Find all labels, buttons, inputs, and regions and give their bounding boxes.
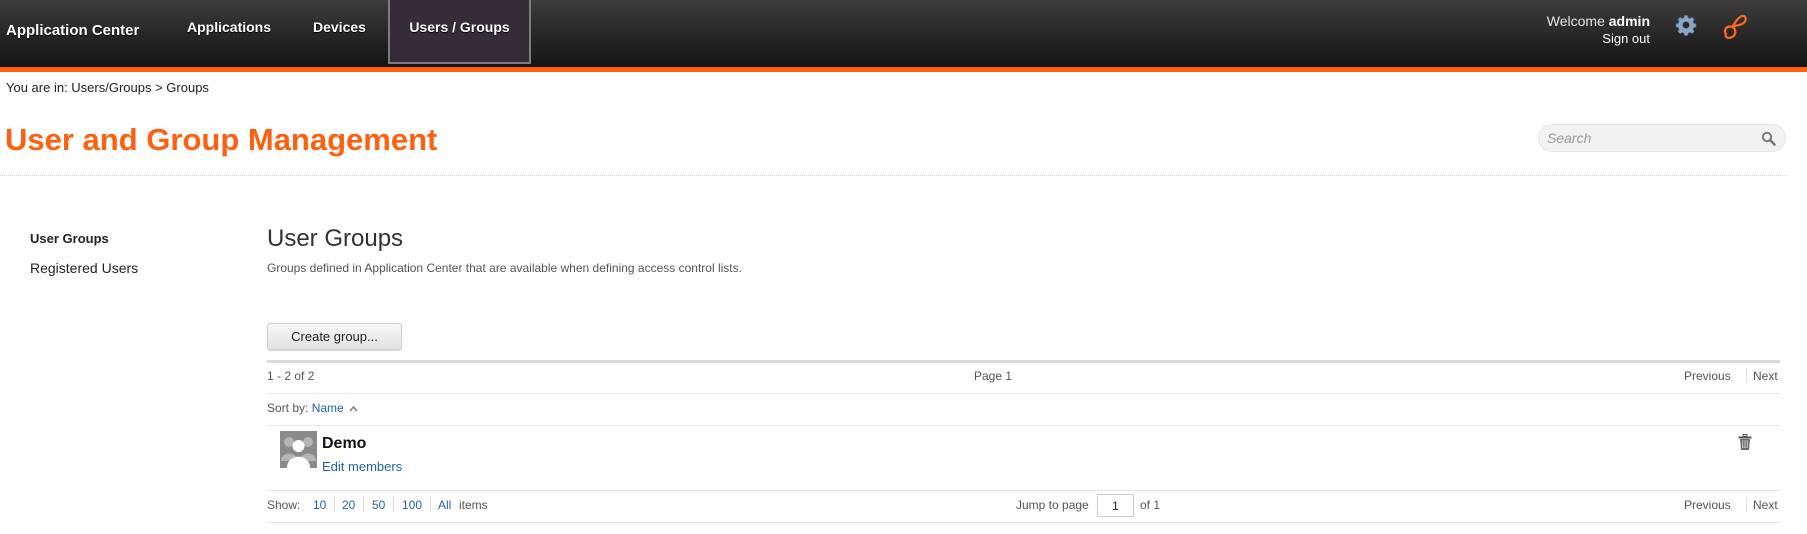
section-description: Groups defined in Application Center tha…: [267, 261, 742, 275]
separator: [334, 496, 335, 512]
title-divider: [0, 175, 1787, 176]
jump-to-page-label: Jump to page: [1016, 498, 1089, 512]
sort-by-name-link[interactable]: Name: [312, 401, 344, 415]
show-items-suffix: items: [459, 498, 488, 512]
show-all-option[interactable]: All: [438, 498, 451, 512]
welcome-label: Welcome: [1546, 13, 1605, 29]
pager-separator: [1746, 497, 1747, 512]
list-top-divider: [267, 360, 1780, 363]
breadcrumb: You are in: Users/Groups > Groups: [6, 80, 209, 95]
sort-ascending-icon[interactable]: [349, 405, 358, 412]
jump-to-page-input[interactable]: [1097, 494, 1134, 517]
show-10-option[interactable]: 10: [313, 498, 326, 512]
sidebar-item-registered-users[interactable]: Registered Users: [30, 260, 138, 276]
pager-separator: [1746, 368, 1747, 383]
show-20-option[interactable]: 20: [342, 498, 355, 512]
sign-out-link[interactable]: Sign out: [1547, 30, 1650, 48]
sort-label: Sort by:: [267, 401, 309, 415]
top-navigation-bar: Application Center Applications Devices …: [0, 0, 1807, 67]
result-range: 1 - 2 of 2: [267, 369, 315, 383]
previous-page-link-bottom[interactable]: Previous: [1684, 498, 1731, 512]
page-title: User and Group Management: [5, 122, 438, 157]
previous-page-link-top[interactable]: Previous: [1684, 369, 1731, 383]
show-label: Show:: [267, 498, 301, 512]
next-page-link-top[interactable]: Next: [1753, 369, 1778, 383]
separator: [393, 496, 394, 512]
app-brand[interactable]: Application Center: [6, 22, 139, 39]
divider: [267, 490, 1780, 491]
separator: [430, 496, 431, 512]
next-page-link-bottom[interactable]: Next: [1753, 498, 1778, 512]
username: admin: [1608, 13, 1650, 29]
header-accent-strip: [0, 67, 1807, 72]
divider: [267, 522, 1780, 523]
trash-icon[interactable]: [1738, 434, 1752, 451]
nav-tab-applications[interactable]: Applications: [187, 0, 271, 64]
edit-members-link[interactable]: Edit members: [322, 459, 402, 474]
divider: [267, 425, 1780, 426]
gear-icon[interactable]: [1674, 13, 1698, 37]
create-group-button[interactable]: Create group...: [267, 323, 402, 350]
show-50-option[interactable]: 50: [372, 498, 385, 512]
group-avatar-icon: [280, 431, 317, 468]
search-icon[interactable]: [1761, 131, 1776, 146]
search-box: [1538, 124, 1786, 152]
group-name[interactable]: Demo: [322, 435, 366, 453]
user-welcome: Welcome admin Sign out: [1547, 12, 1650, 48]
page-indicator: Page 1: [974, 369, 1013, 383]
nav-tab-devices[interactable]: Devices: [313, 0, 366, 64]
separator: [363, 496, 364, 512]
sidebar-item-user-groups[interactable]: User Groups: [30, 231, 109, 246]
show-100-option[interactable]: 100: [402, 498, 422, 512]
section-title: User Groups: [267, 225, 404, 252]
search-input[interactable]: [1547, 128, 1747, 148]
nav-tab-users-groups[interactable]: Users / Groups: [388, 0, 531, 64]
divider: [267, 393, 1780, 394]
infinity-logo-icon[interactable]: [1722, 12, 1748, 40]
sort-bar: Sort by: Name: [267, 401, 358, 415]
total-pages: of 1: [1140, 498, 1161, 512]
